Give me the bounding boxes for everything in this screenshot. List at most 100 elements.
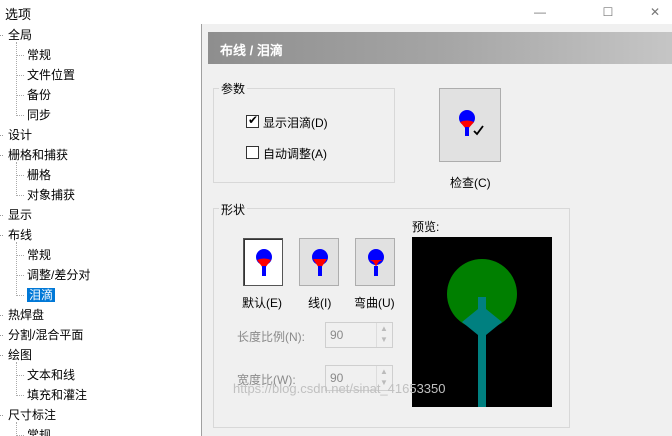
tree-item[interactable]: 对象捕获	[27, 186, 75, 204]
spin-up-icon[interactable]: ▲	[380, 367, 388, 376]
panel-header: 布线 / 泪滴	[208, 32, 672, 64]
shape-group-label: 形状	[219, 201, 248, 218]
tree-item[interactable]: 文本和线	[27, 366, 75, 384]
tree-item-label: 布线	[8, 228, 33, 242]
tree-item-label: 显示	[8, 208, 33, 222]
tree-item-label: 栅格和捕获	[8, 148, 69, 162]
tree-item[interactable]: 调整/差分对	[27, 266, 90, 284]
tree-item-label: 填充和灌注	[27, 388, 88, 402]
tree-item-label: 同步	[27, 108, 52, 122]
show-teardrops-label: 显示泪滴(D)	[263, 116, 328, 130]
tree-item[interactable]: 热焊盘	[8, 306, 44, 324]
shape-curve-button[interactable]	[355, 238, 395, 286]
tree-item[interactable]: 文件位置	[27, 66, 75, 84]
params-group	[213, 88, 395, 183]
tree-item-label: 常规	[27, 248, 52, 262]
auto-adjust-checkbox[interactable]: 自动调整(A)	[246, 145, 366, 161]
spin-up-icon[interactable]: ▲	[380, 324, 388, 333]
window-title: 选项	[5, 7, 32, 22]
maximize-button[interactable]: ☐	[585, 0, 631, 24]
tree-item-label: 文本和线	[27, 368, 76, 382]
tree-item-label: 设计	[8, 128, 33, 142]
tree-connector-line	[0, 135, 3, 136]
tree-item[interactable]: 显示	[8, 206, 32, 224]
tree-connector-line	[0, 335, 3, 336]
tree-connector-line	[17, 195, 24, 196]
teardrop-line-icon	[312, 249, 328, 276]
tree-item[interactable]: 同步	[27, 106, 51, 124]
teardrop-curve-icon	[368, 249, 384, 276]
length-ratio-spinner[interactable]: 90 ▲ ▼	[325, 322, 393, 348]
tree-item[interactable]: 尺寸标注	[8, 406, 56, 424]
tree-connector-line	[0, 155, 3, 156]
tree-item-label: 调整/差分对	[27, 268, 91, 282]
watermark-text: https://blog.csdn.net/sinat_41653350	[233, 381, 446, 396]
minimize-button[interactable]: —	[517, 0, 563, 24]
tree-item[interactable]: 栅格和捕获	[8, 146, 68, 164]
tree-item[interactable]: 全局	[8, 26, 32, 44]
tree-item-label: 热焊盘	[8, 308, 45, 322]
auto-adjust-label: 自动调整(A)	[263, 147, 327, 161]
shape-line-label: 线(I)	[308, 296, 332, 310]
teardrop-check-icon	[459, 110, 484, 136]
tree-item-label: 绘图	[8, 348, 33, 362]
tree-item[interactable]: 设计	[8, 126, 32, 144]
length-ratio-arrows[interactable]: ▲ ▼	[376, 323, 392, 347]
tree-item[interactable]: 常规	[27, 426, 51, 436]
close-button[interactable]: ✕	[632, 0, 672, 24]
tree-item-label: 尺寸标注	[8, 408, 57, 422]
checkmark-icon: ✔	[248, 113, 259, 127]
tree-connector-line	[0, 355, 3, 356]
tree-connector-line	[0, 415, 3, 416]
panel-title: 布线 / 泪滴	[220, 43, 283, 58]
tree-item[interactable]: 泪滴	[27, 286, 56, 304]
tree-item-label: 文件位置	[27, 68, 76, 82]
tree-item-label: 常规	[27, 428, 52, 436]
tree-item-label: 分割/混合平面	[8, 328, 84, 342]
tree-connector-line	[17, 115, 24, 116]
show-teardrops-checkbox[interactable]: ✔ 显示泪滴(D)	[246, 113, 366, 130]
tree-connector-line	[16, 362, 17, 396]
check-label: 检查(C)	[450, 176, 491, 190]
tree-connector-line	[16, 162, 17, 196]
tree-item[interactable]: 填充和灌注	[27, 386, 87, 404]
tree-item[interactable]: 栅格	[27, 166, 51, 184]
length-ratio-label: 长度比例(N):	[237, 330, 305, 344]
tree-connector-line	[0, 235, 3, 236]
checkbox-box[interactable]	[246, 146, 259, 159]
category-tree[interactable]: 全局 常规 文件位置 备份 同步 设计 栅格和捕获 栅格 对象捕获 显示 布线 常规 调整/差分对 泪滴热…	[0, 24, 202, 436]
tree-connector-line	[17, 275, 24, 276]
tree-item[interactable]: 常规	[27, 246, 51, 264]
tree-connector-line	[17, 175, 24, 176]
tree-connector-line	[16, 242, 17, 296]
tree-connector-line	[0, 35, 3, 36]
tree-connector-line	[0, 215, 3, 216]
params-group-label: 参数	[219, 80, 248, 97]
tree-item-label: 泪滴	[27, 288, 56, 302]
spin-down-icon[interactable]: ▼	[380, 335, 388, 344]
settings-panel: 布线 / 泪滴 参数 ✔ 显示泪滴(D) 自动调整(A) 检查(C) 形状 默认…	[204, 24, 672, 436]
tree-item[interactable]: 分割/混合平面	[8, 326, 83, 344]
shape-default-label: 默认(E)	[242, 296, 282, 310]
tree-item[interactable]: 布线	[8, 226, 32, 244]
shape-line-button[interactable]	[299, 238, 339, 286]
tree-item-label: 对象捕获	[27, 188, 76, 202]
tree-item-label: 全局	[8, 28, 33, 42]
tree-item-label: 常规	[27, 48, 52, 62]
tree-item[interactable]: 常规	[27, 46, 51, 64]
tree-item-label: 备份	[27, 88, 52, 102]
teardrop-default-icon	[256, 249, 272, 276]
length-ratio-value: 90	[330, 328, 344, 342]
tree-connector-line	[17, 375, 24, 376]
tree-connector-line	[17, 95, 24, 96]
tree-connector-line	[16, 422, 17, 436]
tree-item[interactable]: 绘图	[8, 346, 32, 364]
tree-connector-line	[17, 75, 24, 76]
shape-default-button[interactable]	[243, 238, 283, 286]
shape-curve-label: 弯曲(U)	[354, 296, 395, 310]
checkbox-box[interactable]: ✔	[246, 113, 259, 128]
tree-connector-line	[17, 295, 24, 296]
check-button[interactable]	[439, 88, 501, 162]
tree-connector-line	[17, 255, 24, 256]
tree-item[interactable]: 备份	[27, 86, 51, 104]
